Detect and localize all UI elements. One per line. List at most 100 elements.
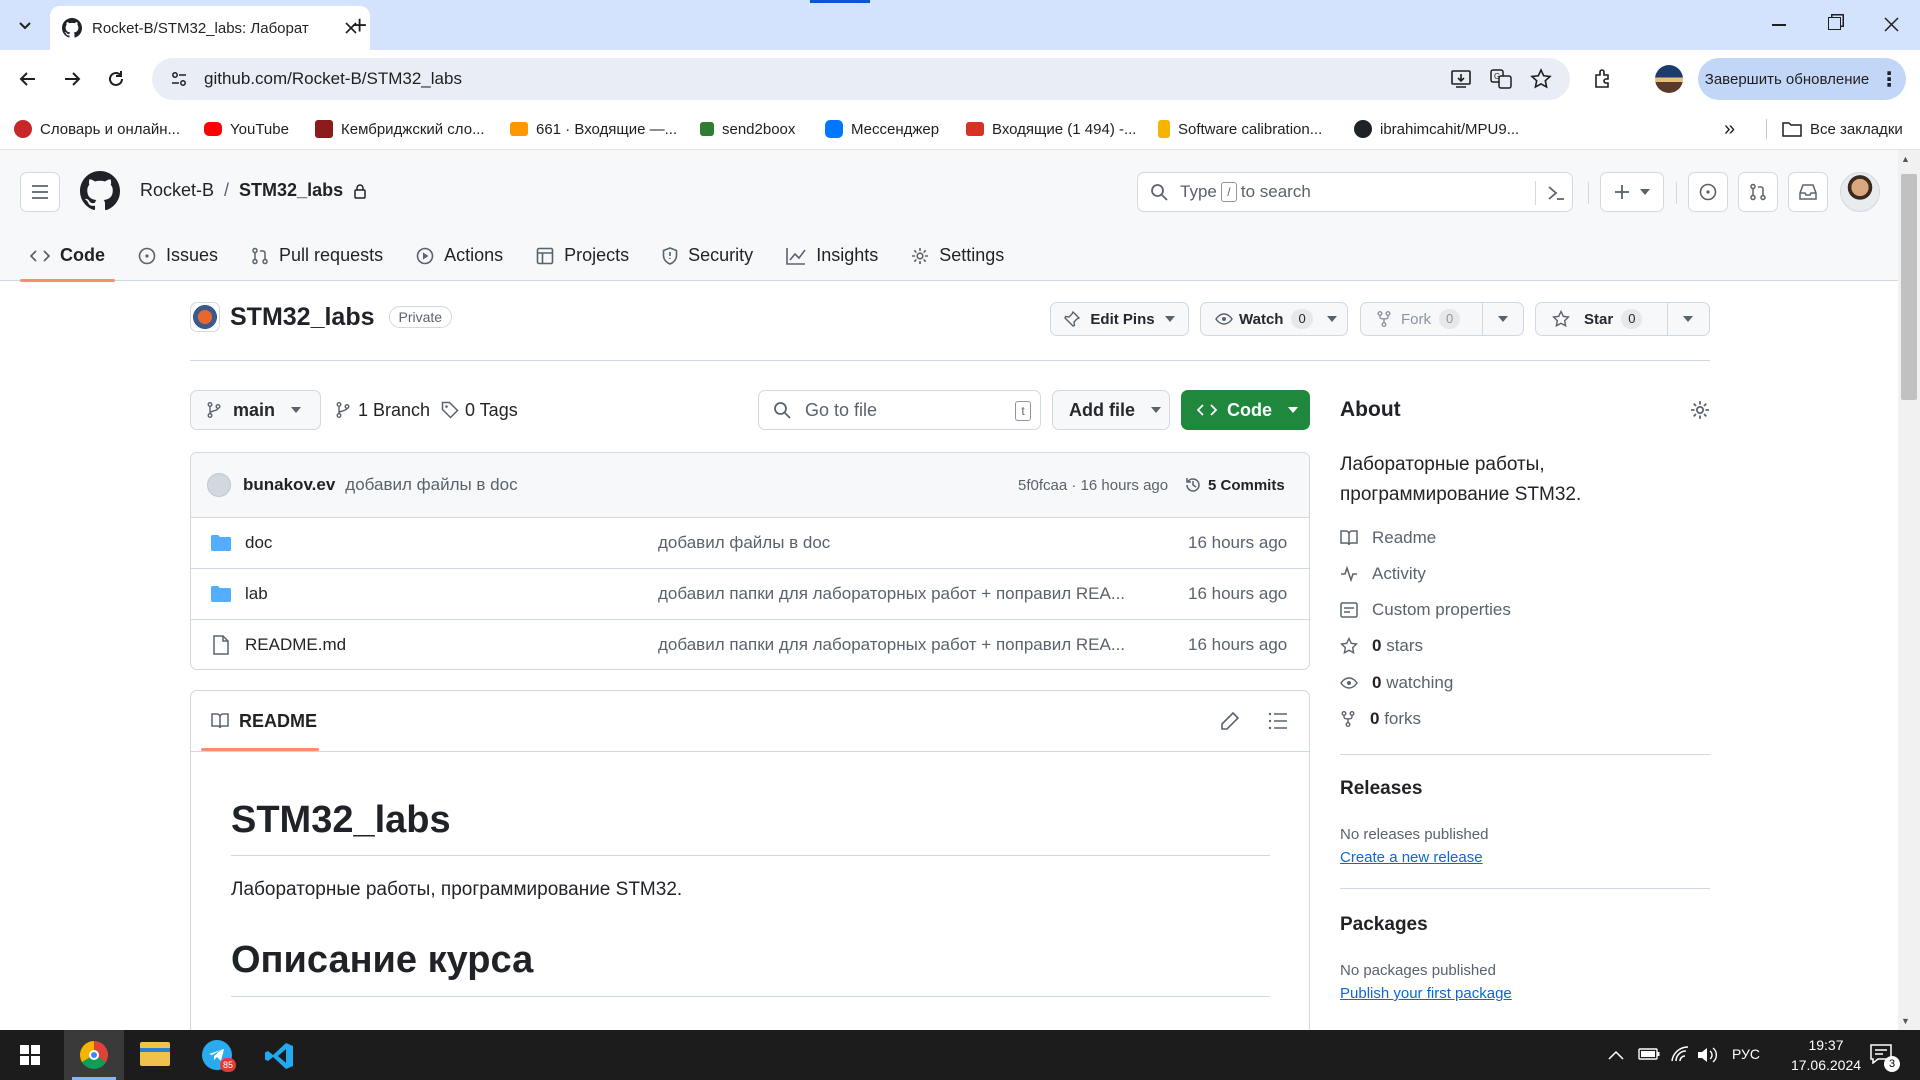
commit-message[interactable]: добавил файлы в doc xyxy=(345,475,517,495)
create-release-link[interactable]: Create a new release xyxy=(1340,849,1483,866)
file-commit-message[interactable]: добавил папки для лабораторных работ + п… xyxy=(658,635,1125,655)
url-text[interactable]: github.com/Rocket-B/STM32_labs xyxy=(204,69,462,89)
gear-icon[interactable] xyxy=(1690,400,1710,420)
create-new-button[interactable] xyxy=(1600,172,1664,212)
star-button[interactable]: Star 0 xyxy=(1535,302,1710,336)
tab-pull-requests[interactable]: Pull requests xyxy=(249,230,385,281)
menu-dots-icon[interactable]: ⋮ xyxy=(1879,67,1899,92)
tab-projects[interactable]: Projects xyxy=(534,230,631,281)
scrollbar-thumb[interactable] xyxy=(1901,174,1917,400)
readme-link[interactable]: Readme xyxy=(1340,528,1436,548)
tab-insights[interactable]: Insights xyxy=(784,230,880,281)
install-app-icon[interactable] xyxy=(1450,69,1472,89)
fork-main[interactable]: Fork 0 xyxy=(1361,309,1482,329)
bookmark-star-icon[interactable] xyxy=(1530,68,1552,90)
file-commit-message[interactable]: добавил файлы в doc xyxy=(658,533,830,553)
watch-button[interactable]: Watch 0 xyxy=(1200,302,1348,336)
minimize-icon[interactable] xyxy=(1772,24,1786,26)
table-row[interactable]: doc добавил файлы в doc 16 hours ago xyxy=(191,517,1309,568)
bookmark-item[interactable]: Словарь и онлайн... xyxy=(14,108,180,150)
taskbar-chrome[interactable] xyxy=(64,1030,124,1080)
file-name[interactable]: README.md xyxy=(245,635,346,655)
readme-tab[interactable]: README xyxy=(211,691,317,751)
clock[interactable]: 19:37 17.06.2024 xyxy=(1790,1035,1862,1075)
stars-link[interactable]: 0 stars xyxy=(1340,636,1423,656)
window-close-icon[interactable] xyxy=(1884,17,1899,32)
bookmark-item[interactable]: send2boox xyxy=(700,108,795,150)
pencil-icon[interactable] xyxy=(1220,711,1240,731)
watching-link[interactable]: 0 watching xyxy=(1340,673,1453,693)
tab-code[interactable]: Code xyxy=(20,230,115,282)
file-commit-message[interactable]: добавил папки для лабораторных работ + п… xyxy=(658,584,1125,604)
reload-icon[interactable] xyxy=(106,69,126,89)
bookmark-item[interactable]: 661 · Входящие —... xyxy=(510,108,677,150)
forks-link[interactable]: 0 forks xyxy=(1340,709,1421,729)
activity-link[interactable]: Activity xyxy=(1340,564,1426,584)
file-explorer-icon[interactable] xyxy=(140,1042,170,1066)
owner-link[interactable]: Rocket-B xyxy=(140,180,214,201)
scroll-up-arrow-icon[interactable]: ▲ xyxy=(1901,154,1910,164)
branches-link[interactable]: 1 Branch xyxy=(336,390,430,430)
tab-issues[interactable]: Issues xyxy=(136,230,220,281)
star-dropdown[interactable] xyxy=(1668,316,1709,322)
bookmark-item[interactable]: Входящие (1 494) -... xyxy=(966,108,1136,150)
repo-link[interactable]: STM32_labs xyxy=(239,180,343,201)
issues-button[interactable] xyxy=(1688,172,1728,212)
vscode-icon[interactable] xyxy=(264,1041,294,1071)
tab-search-button[interactable] xyxy=(8,10,42,40)
menu-button[interactable] xyxy=(20,172,60,212)
bookmark-item[interactable]: YouTube xyxy=(204,108,289,150)
bookmark-item[interactable]: Software calibration... xyxy=(1158,108,1322,150)
tray-chevron-up-icon[interactable] xyxy=(1608,1050,1624,1060)
page-scrollbar[interactable]: ▲ ▼ xyxy=(1898,150,1920,1030)
commit-meta[interactable]: 5f0fcaa · 16 hours ago xyxy=(1018,477,1168,494)
profile-avatar[interactable] xyxy=(1655,65,1683,93)
forward-arrow-icon[interactable] xyxy=(62,69,82,89)
publish-package-link[interactable]: Publish your first package xyxy=(1340,985,1512,1002)
user-avatar[interactable] xyxy=(1840,172,1880,212)
tags-link[interactable]: 0 Tags xyxy=(441,390,518,430)
bookmark-item[interactable]: ibrahimcahit/MPU9... xyxy=(1354,108,1519,150)
commits-link[interactable]: 5 Commits xyxy=(1184,476,1285,494)
all-bookmarks-button[interactable]: Все закладки xyxy=(1782,108,1903,150)
command-palette-icon[interactable] xyxy=(1546,183,1566,203)
list-icon[interactable] xyxy=(1268,712,1288,730)
search-input[interactable]: Type / to search xyxy=(1137,172,1573,212)
packages-title[interactable]: Packages xyxy=(1340,914,1428,936)
windows-start-icon[interactable] xyxy=(20,1045,40,1065)
translate-icon[interactable]: G xyxy=(1490,69,1512,89)
repo-title[interactable]: STM32_labs xyxy=(230,303,375,332)
github-logo-icon[interactable] xyxy=(80,171,120,211)
table-row[interactable]: README.md добавил папки для лабораторных… xyxy=(191,619,1309,670)
edit-pins-button[interactable]: Edit Pins xyxy=(1050,302,1189,336)
address-bar[interactable]: github.com/Rocket-B/STM32_labs G xyxy=(152,58,1570,100)
extensions-icon[interactable] xyxy=(1592,67,1616,91)
file-name[interactable]: doc xyxy=(245,533,272,553)
bookmarks-overflow-button[interactable]: » xyxy=(1724,108,1735,150)
fork-button[interactable]: Fork 0 xyxy=(1360,302,1524,336)
releases-title[interactable]: Releases xyxy=(1340,778,1422,800)
keyboard-language[interactable]: РУС xyxy=(1732,1046,1760,1062)
fork-dropdown[interactable] xyxy=(1483,316,1523,322)
volume-icon[interactable] xyxy=(1696,1046,1718,1064)
code-button[interactable]: Code xyxy=(1181,390,1310,430)
wifi-icon[interactable] xyxy=(1670,1045,1690,1063)
commit-author[interactable]: bunakov.ev xyxy=(243,475,335,495)
browser-tab-active[interactable]: Rocket-B/STM32_labs: Лаборат xyxy=(50,6,370,50)
bookmark-item[interactable]: Мессенджер xyxy=(825,108,939,150)
notifications-button[interactable] xyxy=(1788,172,1828,212)
tab-actions[interactable]: Actions xyxy=(414,230,505,281)
table-row[interactable]: lab добавил папки для лабораторных работ… xyxy=(191,568,1309,619)
pull-requests-button[interactable] xyxy=(1738,172,1778,212)
new-tab-button[interactable]: + xyxy=(352,10,367,40)
branch-selector[interactable]: main xyxy=(190,390,321,430)
restore-icon[interactable] xyxy=(1828,17,1841,30)
star-main[interactable]: Star 0 xyxy=(1536,309,1667,329)
back-arrow-icon[interactable] xyxy=(18,69,38,89)
update-browser-button[interactable]: Завершить обновление ⋮ xyxy=(1698,58,1906,100)
file-name[interactable]: lab xyxy=(245,584,268,604)
tab-security[interactable]: Security xyxy=(660,230,755,281)
goto-file-input[interactable]: Go to file t xyxy=(758,390,1041,430)
custom-properties-link[interactable]: Custom properties xyxy=(1340,600,1511,620)
bookmark-item[interactable]: Кембриджский сло... xyxy=(315,108,485,150)
